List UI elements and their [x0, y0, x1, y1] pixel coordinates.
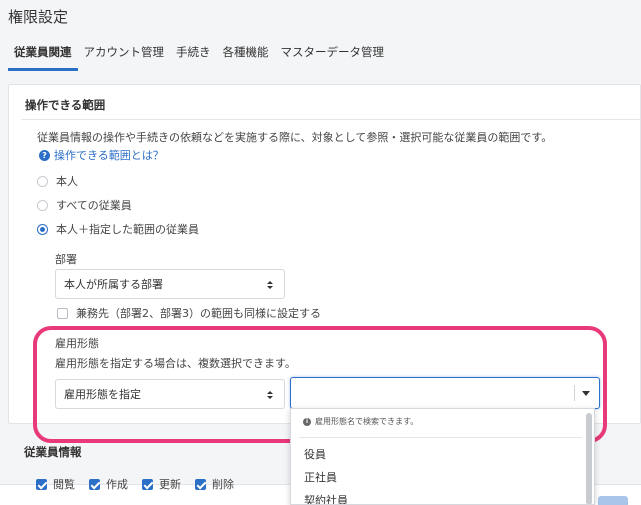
department-select[interactable]: 本人が所属する部署	[55, 269, 285, 299]
radio-label: 本人	[56, 175, 78, 188]
checkbox-checked-icon	[195, 478, 206, 490]
employment-search-input[interactable]	[290, 377, 600, 409]
checkbox-checked-icon	[36, 478, 47, 490]
option-executive[interactable]: 役員	[304, 446, 326, 462]
option-full-time[interactable]: 正社員	[304, 469, 337, 485]
updown-chevron-icon	[267, 281, 273, 289]
perm-label: 作成	[106, 478, 128, 491]
tab-account-management[interactable]: アカウント管理	[78, 44, 171, 71]
concurrent-checkbox[interactable]: 兼務先（部署2、部署3）の範囲も同様に設定する	[57, 305, 321, 321]
perm-create[interactable]: 作成	[89, 476, 128, 492]
dropdown-scrollbar[interactable]	[586, 413, 592, 504]
question-icon: ?	[39, 149, 50, 161]
dropdown-hint-text: 雇用形態名で検索できます。	[315, 417, 419, 426]
checkbox-checked-icon	[142, 478, 153, 490]
tab-features[interactable]: 各種機能	[217, 44, 275, 71]
employment-label: 雇用形態	[55, 337, 99, 350]
dropdown-divider	[299, 437, 582, 438]
help-link[interactable]: ? 操作できる範囲とは？	[39, 147, 164, 163]
radio-icon	[37, 175, 48, 187]
tab-master-data[interactable]: マスターデータ管理	[275, 44, 391, 71]
radio-self[interactable]: 本人	[37, 173, 78, 189]
radio-icon	[37, 199, 48, 211]
section-title: 操作できる範囲	[25, 98, 106, 112]
tab-employee[interactable]: 従業員関連	[8, 44, 78, 71]
radio-label: すべての従業員	[56, 199, 132, 212]
scope-panel: 操作できる範囲 従業員情報の操作や手続きの依頼などを実施する際に、対象として参照…	[8, 84, 641, 424]
checkbox-checked-icon	[89, 478, 100, 490]
radio-checked-icon	[37, 223, 48, 235]
section-divider	[21, 119, 640, 120]
employee-info-title: 従業員情報	[24, 445, 82, 459]
option-contract[interactable]: 契約社員	[304, 492, 348, 504]
perm-update[interactable]: 更新	[142, 476, 181, 492]
perm-view[interactable]: 閲覧	[36, 476, 75, 492]
permission-row: 閲覧 作成 更新 削除	[36, 476, 234, 492]
perm-delete[interactable]: 削除	[195, 476, 234, 492]
dropdown-hint: i 雇用形態名で検索できます。	[303, 416, 418, 427]
perm-label: 更新	[159, 478, 181, 491]
updown-chevron-icon	[267, 391, 273, 399]
caret-down-icon[interactable]	[582, 391, 590, 396]
page-title: 権限設定	[8, 8, 69, 26]
employment-select-value: 雇用形態を指定	[64, 388, 141, 401]
help-link-label: 操作できる範囲とは？	[54, 149, 164, 162]
employment-hint: 雇用形態を指定する場合は、複数選択できます。	[55, 357, 296, 370]
employment-dropdown: i 雇用形態名で検索できます。 役員 正社員 契約社員	[290, 408, 595, 505]
perm-label: 閲覧	[53, 478, 75, 491]
perm-label: 削除	[212, 478, 234, 491]
info-icon: i	[303, 417, 311, 426]
concurrent-label: 兼務先（部署2、部署3）の範囲も同様に設定する	[76, 307, 321, 320]
radio-label: 本人＋指定した範囲の従業員	[56, 223, 199, 236]
tab-procedures[interactable]: 手続き	[170, 44, 217, 71]
radio-all-employees[interactable]: すべての従業員	[37, 197, 132, 213]
employment-select[interactable]: 雇用形態を指定	[55, 379, 285, 409]
checkbox-icon	[57, 307, 68, 319]
department-label: 部署	[55, 253, 77, 266]
input-divider	[574, 385, 575, 401]
scope-description: 従業員情報の操作や手続きの依頼などを実施する際に、対象として参照・選択可能な従業…	[37, 131, 553, 144]
radio-self-and-range[interactable]: 本人＋指定した範囲の従業員	[37, 221, 199, 237]
tab-bar: 従業員関連 アカウント管理 手続き 各種機能 マスターデータ管理	[8, 44, 390, 71]
department-select-value: 本人が所属する部署	[64, 278, 163, 291]
save-button[interactable]	[598, 496, 628, 505]
